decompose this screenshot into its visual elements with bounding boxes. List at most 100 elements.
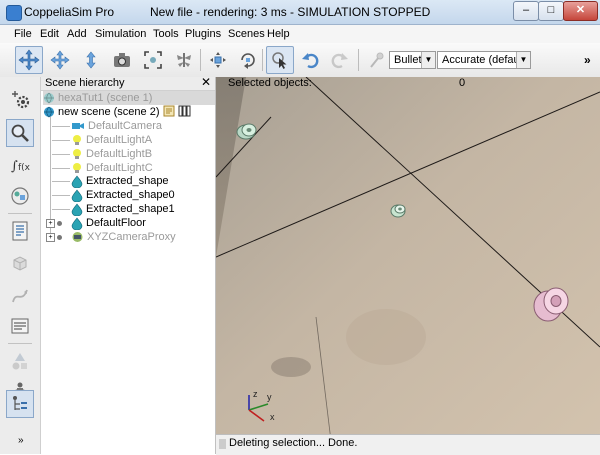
- undo-button[interactable]: [296, 46, 324, 74]
- tree-row-label: DefaultLightA: [86, 134, 153, 146]
- hierarchy-toggle-button[interactable]: [6, 390, 34, 418]
- zoom-camera-icon: [86, 51, 96, 69]
- camera-proxy-icon: [72, 232, 83, 243]
- left-toolbar: ∫f(x): [0, 77, 41, 454]
- fit-view-button[interactable]: [139, 46, 167, 74]
- toolbar-separator: [358, 49, 359, 71]
- shape-object-icon: [71, 217, 83, 230]
- tree-row[interactable]: DefaultFloor: [71, 216, 146, 230]
- scripts-button[interactable]: [6, 217, 34, 245]
- toolbar-overflow-button[interactable]: »: [584, 53, 591, 67]
- minimize-button[interactable]: –: [513, 1, 539, 21]
- tree-row[interactable]: DefaultLightC: [71, 161, 153, 175]
- accuracy-select[interactable]: Accurate (default) ▼: [437, 51, 531, 69]
- floor-stain: [271, 357, 311, 377]
- tree-guide-line: [50, 111, 51, 235]
- close-icon[interactable]: ✕: [201, 75, 211, 89]
- object-rotate-button[interactable]: [234, 46, 262, 74]
- shape-object-icon: [71, 175, 83, 188]
- camera-button[interactable]: [108, 46, 136, 74]
- shape-object-icon: [71, 203, 83, 216]
- shape-object-tiny-cylinder[interactable]: [390, 204, 406, 218]
- menu-file[interactable]: File: [14, 28, 32, 40]
- tree-guide-line: [52, 195, 70, 196]
- toolbar-separator: [200, 49, 201, 71]
- scene-customization-icon[interactable]: [178, 105, 191, 117]
- tree-row[interactable]: new scene (scene 2): [43, 105, 160, 119]
- scene-viewport[interactable]: z y x: [216, 77, 600, 441]
- collections-button[interactable]: [6, 182, 34, 210]
- select-cursor-button[interactable]: [266, 46, 294, 74]
- model-indicator-icon: [57, 221, 62, 226]
- scripts-icon: [12, 221, 28, 241]
- menu-scenes[interactable]: Scenes: [228, 28, 265, 40]
- collections-icon: [11, 187, 29, 205]
- object-rotate-icon: [241, 53, 255, 69]
- fly-button[interactable]: [170, 46, 198, 74]
- menu-plugins[interactable]: Plugins: [185, 28, 221, 40]
- menu-help[interactable]: Help: [267, 28, 290, 40]
- tree-row[interactable]: DefaultCamera: [71, 119, 162, 133]
- menu-add[interactable]: Add: [67, 28, 87, 40]
- physics-engine-icon: [370, 52, 384, 68]
- scene-script-icon[interactable]: [163, 105, 175, 117]
- menu-bar: File Edit Add Simulation Tools Plugins S…: [0, 25, 600, 43]
- hierarchy-icon: [13, 396, 27, 410]
- scene-properties-icon: [12, 91, 30, 109]
- expand-toggle[interactable]: +: [46, 219, 55, 228]
- axis-y-label: y: [267, 392, 272, 402]
- tree-row[interactable]: XYZCameraProxy: [71, 230, 176, 244]
- pan-camera-button[interactable]: [46, 46, 74, 74]
- light-bulb-icon: [73, 163, 81, 174]
- calculation-modules-button[interactable]: ∫f(x): [6, 151, 34, 179]
- model-indicator-icon: [57, 235, 62, 240]
- menu-simulation[interactable]: Simulation: [95, 28, 146, 40]
- tree-row-label: DefaultLightC: [86, 162, 153, 174]
- chevron-down-icon: ▼: [421, 52, 435, 68]
- tree-row[interactable]: hexaTut1 (scene 1): [43, 91, 215, 105]
- svg-text:f(x): f(x): [18, 163, 30, 173]
- close-button[interactable]: ✕: [563, 1, 598, 21]
- tree-guide-line: [52, 154, 70, 155]
- move-camera-button[interactable]: [15, 46, 43, 74]
- undo-icon: [302, 53, 319, 69]
- scene-hierarchy-panel: Scene hierarchy ✕ hexaTut1 (scene 1) new…: [41, 75, 216, 454]
- tree-row[interactable]: Extracted_shape0: [71, 188, 175, 202]
- object-shift-button[interactable]: [204, 46, 232, 74]
- tree-guide-line: [52, 126, 70, 127]
- scene-properties-button[interactable]: [6, 86, 34, 114]
- shape-object-icon: [71, 189, 83, 202]
- engine-select[interactable]: Bullet ▼: [389, 51, 436, 69]
- expand-toggle[interactable]: +: [46, 233, 55, 242]
- left-toolbar-more-button[interactable]: »: [18, 435, 24, 446]
- shapes-button[interactable]: [6, 249, 34, 277]
- app-title: CoppeliaSim Pro: [24, 5, 115, 19]
- tree-row[interactable]: DefaultLightA: [71, 133, 152, 147]
- tree-row-label: new scene (scene 2): [58, 106, 160, 118]
- tree-row[interactable]: DefaultLightB: [71, 147, 152, 161]
- selection-icon: [11, 318, 29, 334]
- menu-edit[interactable]: Edit: [40, 28, 59, 40]
- tree-row[interactable]: Extracted_shape1: [71, 202, 175, 216]
- paths-button[interactable]: [6, 282, 34, 310]
- svg-text:∫: ∫: [11, 159, 18, 174]
- tree-row[interactable]: Extracted_shape: [71, 174, 169, 188]
- fit-view-icon: [144, 51, 162, 69]
- scene-hierarchy-header: Scene hierarchy ✕: [41, 75, 215, 91]
- selection-button[interactable]: [6, 312, 34, 340]
- object-shift-icon: [210, 52, 226, 68]
- title-bar: CoppeliaSim Pro New file - rendering: 3 …: [0, 0, 600, 25]
- maximize-button[interactable]: □: [538, 1, 564, 21]
- calculation-modules-icon: ∫f(x): [11, 159, 30, 174]
- redo-button[interactable]: [326, 46, 354, 74]
- chevron-down-icon: ▼: [516, 52, 530, 68]
- viewport-canvas[interactable]: z y x: [216, 77, 600, 441]
- status-scrollbar[interactable]: [219, 439, 226, 449]
- light-bulb-icon: [73, 149, 81, 160]
- zoom-camera-button[interactable]: [77, 46, 105, 74]
- physics-engine-button[interactable]: [362, 46, 390, 74]
- axis-z-label: z: [253, 389, 258, 399]
- menu-tools[interactable]: Tools: [153, 28, 179, 40]
- camera-zoom-button[interactable]: [6, 119, 34, 147]
- model-browser-button[interactable]: [6, 347, 34, 375]
